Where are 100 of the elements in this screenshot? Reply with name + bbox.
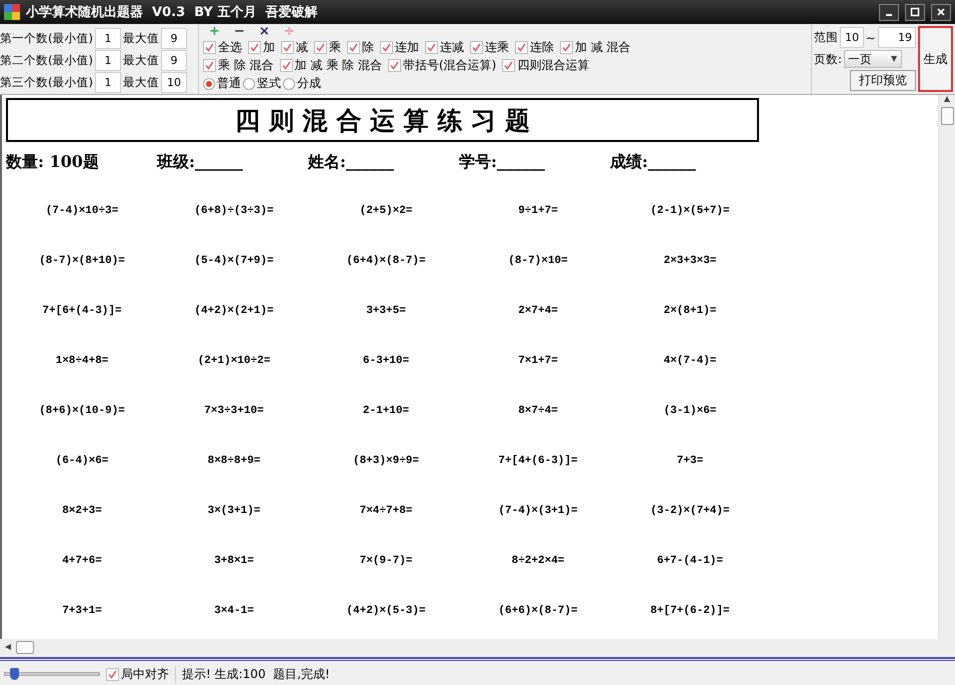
- math-problem: 2-1+10=: [362, 405, 410, 417]
- math-problem: 8×7÷4=: [518, 405, 558, 417]
- input-field[interactable]: 1: [94, 28, 121, 49]
- field-label: 第二个数(最小值): [0, 52, 93, 68]
- scroll-thumb[interactable]: [16, 640, 34, 654]
- checkmark-icon: [516, 42, 527, 53]
- math-problem: 2×7+4=: [518, 305, 558, 317]
- math-problem: (3-2)×(7+4)=: [650, 505, 730, 517]
- math-problem: (7-4)×10÷3=: [46, 205, 118, 217]
- scroll-arrow-icon[interactable]: [943, 95, 951, 103]
- math-problem: 8×2+3=: [62, 505, 102, 517]
- operator-symbol: +: [209, 26, 220, 38]
- math-problem: 3×(3+1)=: [208, 505, 260, 517]
- math-problem: (4+2)×(5-3)=: [346, 605, 426, 617]
- checkbox[interactable]: 四则混合运算: [502, 57, 590, 74]
- radio-button[interactable]: 普通: [203, 75, 241, 92]
- field-label: 第三个数(最小值): [0, 75, 93, 90]
- checkbox[interactable]: 加: [248, 39, 275, 56]
- math-problem: 7×(9-7)=: [360, 555, 412, 567]
- math-problem: (6+6)×(8-7)=: [498, 605, 578, 617]
- checkbox[interactable]: 连乘: [470, 39, 509, 56]
- math-problem: 6-3+10=: [362, 355, 410, 367]
- math-problem: 7×3÷3+10=: [204, 405, 264, 417]
- math-problem: 9÷1+7=: [518, 205, 558, 217]
- checkmark-icon: [388, 60, 400, 71]
- math-problem: 6+7-(4-1)=: [656, 555, 723, 567]
- math-problem: 4×(7-4)=: [664, 355, 716, 367]
- math-problem: (8-7)×10=: [508, 255, 568, 267]
- checkbox[interactable]: 除: [347, 39, 374, 56]
- math-problem: 7×1+7=: [518, 355, 558, 367]
- checkbox[interactable]: 带括号(混合运算): [388, 57, 496, 74]
- math-problem: (6+8)÷(3÷3)=: [194, 205, 274, 217]
- field-label: 最大值: [122, 75, 159, 90]
- checkbox[interactable]: 加 减 乘 除 混合: [280, 57, 382, 74]
- checkbox[interactable]: 乘: [314, 39, 341, 56]
- math-problem: 7+3=: [676, 455, 704, 467]
- checkmark-icon: [282, 42, 293, 53]
- separator-text: ~: [866, 30, 876, 44]
- math-problem: 8+[7+(6-2)]=: [650, 605, 730, 617]
- status-message: 提示! 生成:100 题目,完成!: [175, 666, 330, 682]
- math-problem: (4+2)×(2+1)=: [194, 305, 274, 317]
- checkbox[interactable]: 乘 除 混合: [203, 57, 274, 74]
- math-problem: 3×4-1=: [214, 605, 254, 617]
- math-problem: (5-4)×(7+9)=: [194, 255, 274, 267]
- checkmark-icon: [249, 42, 260, 53]
- scroll-arrow-icon[interactable]: [4, 643, 12, 651]
- input-field[interactable]: 1: [94, 50, 121, 71]
- radio-button[interactable]: 分成: [283, 75, 321, 92]
- math-problem: 2×(8+1)=: [664, 305, 716, 317]
- close-icon: [936, 7, 946, 17]
- checkmark-icon: [204, 60, 215, 71]
- math-problem: (7-4)×(3+1)=: [498, 505, 578, 517]
- close-button[interactable]: [931, 4, 951, 20]
- input-field[interactable]: 10: [160, 72, 187, 94]
- field-label: 最大值: [122, 52, 159, 68]
- math-problem: 1×8÷4+8=: [56, 355, 108, 367]
- operator-symbol: ×: [258, 26, 270, 38]
- print-preview-button[interactable]: 打印预览: [850, 70, 916, 91]
- checkbox[interactable]: 全选: [203, 39, 242, 56]
- math-problem: 7+[4+(6-3)]=: [498, 455, 578, 467]
- math-problem: 7×4÷7+8=: [360, 505, 412, 517]
- math-problem: 7+[6+(4-3)]=: [42, 305, 122, 317]
- checkbox[interactable]: 连加: [380, 39, 419, 56]
- vertical-scrollbar[interactable]: [938, 95, 955, 639]
- math-problem: (3-1)×6=: [664, 405, 716, 417]
- input-field[interactable]: 1: [94, 72, 121, 94]
- checkmark-icon: [315, 42, 326, 53]
- math-problem: 7+3+1=: [62, 605, 102, 617]
- checkmark-icon: [280, 60, 292, 71]
- generate-button[interactable]: 生成: [918, 26, 953, 92]
- maximize-icon: [910, 7, 920, 17]
- math-problem: 8×8÷8+9=: [208, 455, 260, 467]
- worksheet-title: 四 则 混 合 运 算 练 习 题: [6, 98, 759, 142]
- checkbox[interactable]: 连减: [425, 39, 464, 56]
- input-field[interactable]: 19: [878, 27, 916, 48]
- field-label: 页数:: [814, 52, 842, 66]
- scroll-thumb[interactable]: [940, 107, 954, 125]
- checkmark-icon: [503, 60, 514, 71]
- minimize-button[interactable]: [879, 4, 899, 20]
- info-field: 数量: 100题: [6, 152, 157, 172]
- radio-button[interactable]: 竖式: [243, 75, 281, 92]
- field-label: 最大值: [122, 30, 159, 46]
- checkbox[interactable]: 连除: [515, 39, 554, 56]
- input-field[interactable]: 9: [160, 28, 187, 49]
- app-icon: [4, 4, 20, 20]
- math-problem: (2-1)×(5+7)=: [650, 205, 730, 217]
- info-field: 成绩:______: [610, 152, 761, 172]
- page-count-dropdown[interactable]: 一页: [844, 50, 902, 68]
- dropdown-arrow-icon[interactable]: [890, 55, 898, 63]
- field-label: 第一个数(最小值): [0, 30, 93, 46]
- maximize-button[interactable]: [905, 4, 925, 20]
- info-field: 姓名:______: [308, 152, 459, 172]
- checkbox[interactable]: 局中对齐: [106, 666, 169, 682]
- info-field: 学号:______: [459, 152, 610, 172]
- input-field[interactable]: 10: [840, 27, 864, 48]
- input-field[interactable]: 9: [160, 50, 187, 71]
- checkbox[interactable]: 加 减 混合: [560, 39, 631, 56]
- math-problem: (8-7)×(8+10)=: [39, 255, 125, 267]
- checkbox[interactable]: 减: [281, 39, 308, 56]
- checkmark-icon: [381, 42, 392, 53]
